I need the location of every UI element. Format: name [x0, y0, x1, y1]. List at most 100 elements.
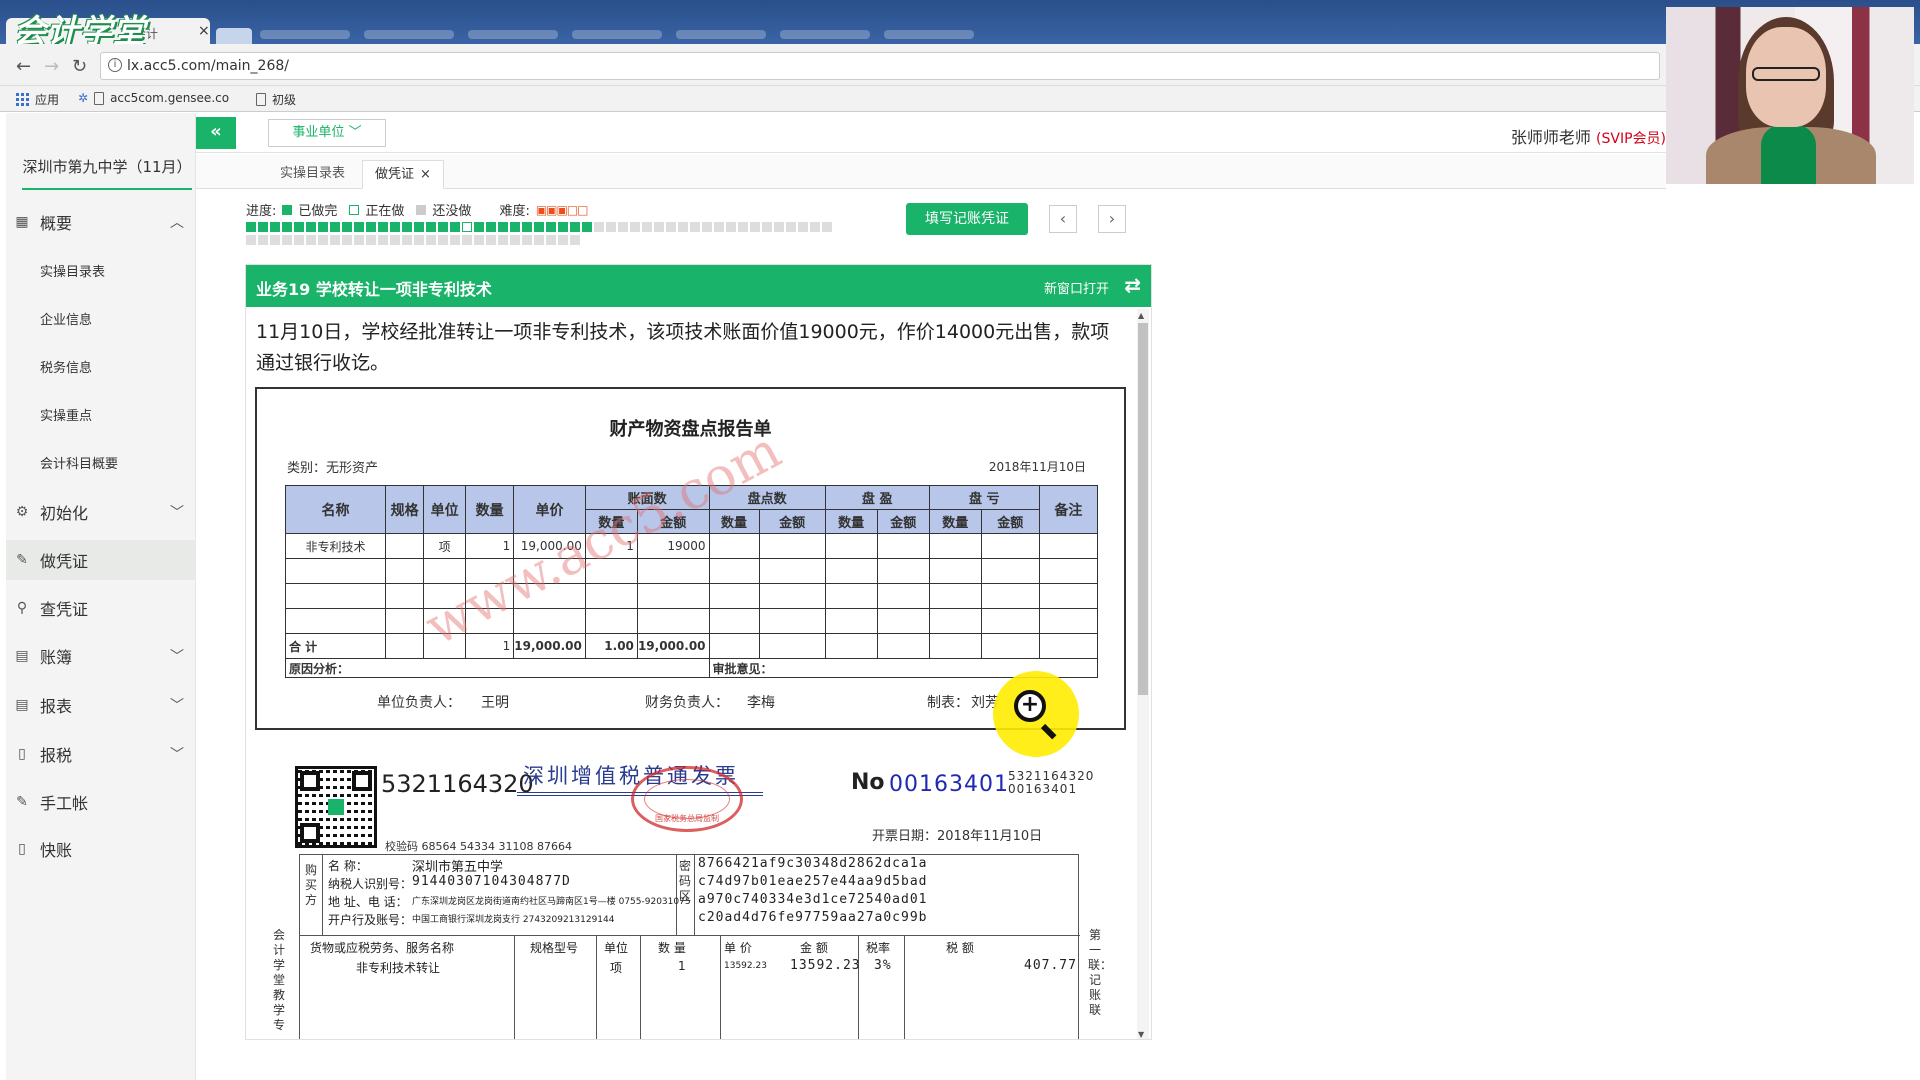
sidebar-item-overview[interactable]: ▦ 概要 ︿: [6, 202, 196, 242]
progress-task-cell[interactable]: [750, 222, 760, 232]
sidebar-item-tax-filing[interactable]: ▯ 报税 ﹀: [6, 734, 196, 774]
sidebar-subitem-company-info[interactable]: 企业信息: [40, 309, 92, 328]
progress-task-cell[interactable]: [630, 222, 640, 232]
progress-task-cell[interactable]: [486, 222, 496, 232]
progress-task-cell[interactable]: [246, 235, 256, 245]
progress-task-cell[interactable]: [606, 222, 616, 232]
progress-task-cell[interactable]: [318, 222, 328, 232]
progress-task-cell[interactable]: [558, 222, 568, 232]
progress-task-cell[interactable]: [558, 235, 568, 245]
progress-task-cell[interactable]: [774, 222, 784, 232]
progress-task-cell[interactable]: [450, 235, 460, 245]
progress-task-cell[interactable]: [450, 222, 460, 232]
progress-task-cell[interactable]: [246, 222, 256, 232]
progress-task-cell[interactable]: [666, 222, 676, 232]
bookmark-gensee[interactable]: ✲ acc5com.gensee.co: [78, 91, 229, 105]
progress-task-cell[interactable]: [534, 222, 544, 232]
progress-task-cell[interactable]: [306, 235, 316, 245]
forward-arrow-icon[interactable]: →: [44, 56, 59, 77]
progress-task-cell[interactable]: [522, 222, 532, 232]
swap-icon[interactable]: ⇄: [1124, 273, 1141, 297]
tab-catalog[interactable]: 实操目录表: [268, 160, 357, 189]
progress-task-cell[interactable]: [546, 235, 556, 245]
sidebar-item-quick-books[interactable]: ▯ 快账: [6, 829, 196, 869]
progress-task-cell[interactable]: [294, 235, 304, 245]
fill-voucher-button[interactable]: 填写记账凭证: [906, 203, 1028, 235]
progress-task-cell[interactable]: [738, 222, 748, 232]
scrollbar[interactable]: ▲ ▼: [1137, 309, 1149, 1039]
zoom-in-icon[interactable]: +: [993, 671, 1079, 757]
new-tab-button[interactable]: [216, 28, 252, 44]
progress-task-cell[interactable]: [678, 222, 688, 232]
info-icon[interactable]: i: [108, 58, 122, 72]
progress-task-cell[interactable]: [390, 222, 400, 232]
progress-task-cell[interactable]: [702, 222, 712, 232]
progress-task-cell[interactable]: [510, 235, 520, 245]
progress-task-cell[interactable]: [522, 235, 532, 245]
progress-task-cell[interactable]: [474, 235, 484, 245]
bookmark-chuji[interactable]: 初级: [256, 91, 296, 108]
progress-task-cell[interactable]: [282, 222, 292, 232]
back-arrow-icon[interactable]: ←: [16, 56, 31, 77]
progress-task-cell[interactable]: [378, 235, 388, 245]
progress-task-cell[interactable]: [642, 222, 652, 232]
progress-task-cell[interactable]: [282, 235, 292, 245]
progress-task-cell[interactable]: [414, 235, 424, 245]
unit-type-select[interactable]: 事业单位 ﹀: [268, 119, 386, 147]
progress-task-cell[interactable]: [786, 222, 796, 232]
progress-task-cell[interactable]: [426, 235, 436, 245]
scroll-up-arrow[interactable]: ▲: [1138, 311, 1144, 320]
sidebar-item-ledger[interactable]: ▤ 账簿 ﹀: [6, 636, 196, 676]
progress-task-cell[interactable]: [294, 222, 304, 232]
close-icon[interactable]: ×: [420, 167, 431, 182]
progress-task-cell[interactable]: [330, 235, 340, 245]
progress-task-cell[interactable]: [390, 235, 400, 245]
progress-task-cell[interactable]: [330, 222, 340, 232]
open-new-window-link[interactable]: 新窗口打开: [1044, 278, 1109, 297]
progress-task-cell[interactable]: [690, 222, 700, 232]
progress-task-cell[interactable]: [438, 222, 448, 232]
progress-task-cell[interactable]: [402, 222, 412, 232]
sidebar-item-reports[interactable]: ▤ 报表 ﹀: [6, 685, 196, 725]
progress-task-cell[interactable]: [510, 222, 520, 232]
scrollbar-thumb[interactable]: [1138, 323, 1148, 695]
progress-task-cell[interactable]: [342, 235, 352, 245]
progress-task-cell[interactable]: [822, 222, 832, 232]
progress-task-cell[interactable]: [570, 235, 580, 245]
progress-task-cell[interactable]: [486, 235, 496, 245]
progress-task-cell[interactable]: [462, 222, 472, 232]
tab-make-voucher[interactable]: 做凭证 ×: [362, 160, 444, 189]
progress-task-cell[interactable]: [534, 235, 544, 245]
progress-task-cell[interactable]: [258, 222, 268, 232]
next-task-button[interactable]: ›: [1098, 205, 1126, 233]
close-tab-icon[interactable]: ×: [198, 23, 210, 39]
scroll-down-arrow[interactable]: ▼: [1138, 1030, 1144, 1039]
sidebar-item-search-voucher[interactable]: ⚲ 查凭证: [6, 588, 196, 628]
progress-task-cell[interactable]: [270, 222, 280, 232]
bookmark-apps[interactable]: 应用: [16, 91, 59, 108]
progress-task-cell[interactable]: [342, 222, 352, 232]
collapse-sidebar-button[interactable]: «: [196, 117, 236, 149]
progress-task-cell[interactable]: [582, 222, 592, 232]
progress-task-cell[interactable]: [462, 235, 472, 245]
progress-task-cell[interactable]: [798, 222, 808, 232]
progress-task-cell[interactable]: [810, 222, 820, 232]
sidebar-subitem-accounts[interactable]: 会计科目概要: [40, 453, 118, 472]
progress-task-cell[interactable]: [474, 222, 484, 232]
progress-task-cell[interactable]: [258, 235, 268, 245]
progress-task-cell[interactable]: [546, 222, 556, 232]
progress-task-cell[interactable]: [726, 222, 736, 232]
progress-task-cell[interactable]: [618, 222, 628, 232]
prev-task-button[interactable]: ‹: [1049, 205, 1077, 233]
progress-task-cell[interactable]: [714, 222, 724, 232]
progress-task-cell[interactable]: [414, 222, 424, 232]
progress-task-cell[interactable]: [438, 235, 448, 245]
reload-icon[interactable]: ↻: [72, 56, 87, 77]
progress-task-cell[interactable]: [318, 235, 328, 245]
progress-task-cell[interactable]: [378, 222, 388, 232]
sidebar-subitem-catalog[interactable]: 实操目录表: [40, 261, 105, 280]
progress-task-cell[interactable]: [270, 235, 280, 245]
progress-task-cell[interactable]: [426, 222, 436, 232]
progress-task-cell[interactable]: [402, 235, 412, 245]
progress-task-cell[interactable]: [498, 235, 508, 245]
